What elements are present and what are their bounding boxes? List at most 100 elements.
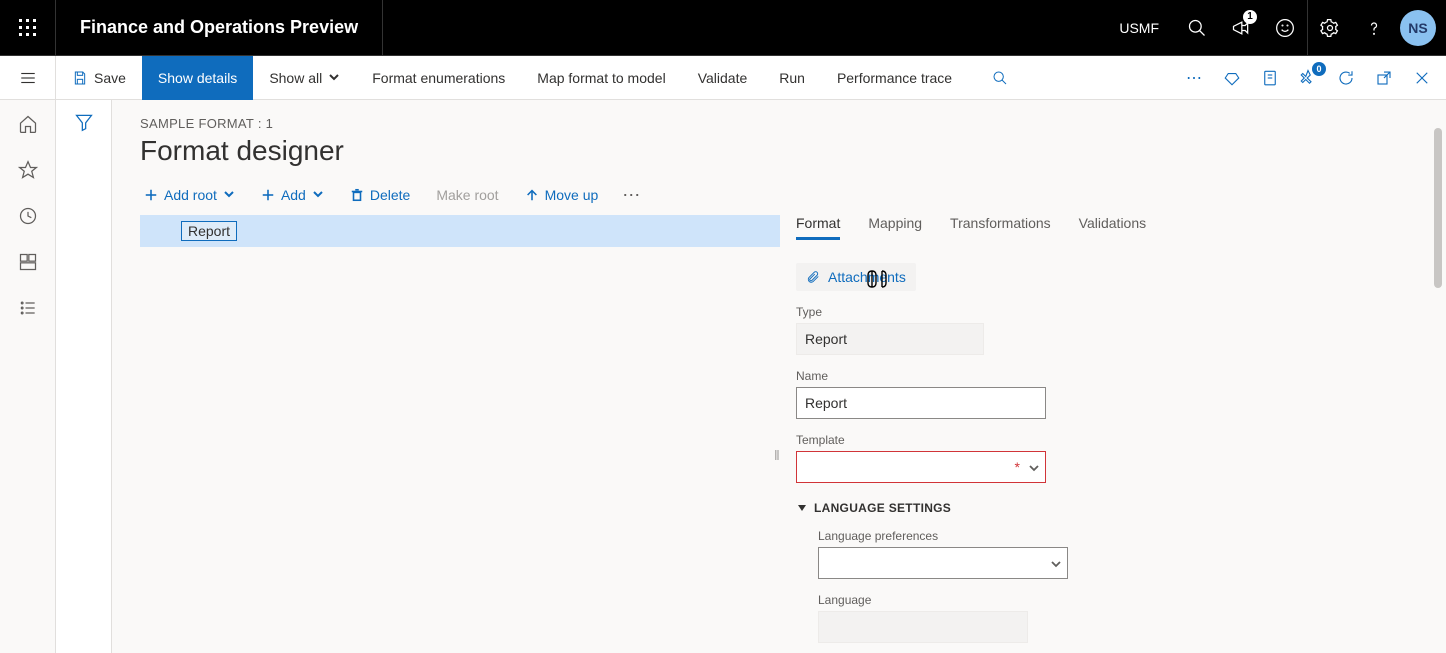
delete-label: Delete	[370, 187, 410, 203]
diamond-icon	[1223, 69, 1241, 87]
filter-button[interactable]	[74, 112, 94, 653]
rail-home-button[interactable]	[16, 112, 40, 136]
details-tabs: Format Mapping Transformations Validatio…	[796, 215, 1418, 247]
language-label: Language	[818, 593, 1418, 607]
more-actions-button[interactable]: ⋯	[1182, 66, 1206, 90]
tab-mapping[interactable]: Mapping	[868, 215, 922, 240]
toolbar-overflow-button[interactable]: ⋯	[614, 185, 650, 206]
language-preferences-input[interactable]	[818, 547, 1068, 579]
designer-toolbar: Add root Add Delete Make root Move up ⋯	[112, 175, 1446, 215]
move-up-label: Move up	[545, 187, 599, 203]
home-icon	[18, 114, 38, 134]
settings-button[interactable]	[1308, 0, 1352, 56]
company-picker[interactable]: USMF	[1103, 0, 1175, 56]
office-button[interactable]	[1258, 66, 1282, 90]
tab-validations[interactable]: Validations	[1079, 215, 1146, 240]
name-input[interactable]	[796, 387, 1046, 419]
rail-workspaces-button[interactable]	[16, 250, 40, 274]
language-preferences-dropdown-button[interactable]	[1050, 557, 1062, 575]
tree-node-report[interactable]: Report	[140, 215, 780, 247]
popout-button[interactable]	[1372, 66, 1396, 90]
action-search-button[interactable]	[976, 56, 1024, 100]
trash-icon	[350, 188, 364, 202]
splitter-handle[interactable]: ‖	[774, 447, 780, 463]
show-all-button[interactable]: Show all	[253, 56, 356, 100]
language-settings-section-toggle[interactable]: LANGUAGE SETTINGS	[796, 501, 1418, 515]
close-button[interactable]	[1410, 66, 1434, 90]
attachments-badge: 0	[1312, 62, 1326, 76]
delete-button[interactable]: Delete	[340, 181, 420, 209]
type-value: Report	[796, 323, 984, 355]
rail-favorites-button[interactable]	[16, 158, 40, 182]
add-root-button[interactable]: Add root	[134, 181, 245, 209]
notifications-button[interactable]: 1	[1219, 0, 1263, 56]
save-label: Save	[94, 70, 126, 86]
template-label: Template	[796, 433, 1418, 447]
tab-transformations[interactable]: Transformations	[950, 215, 1051, 240]
breadcrumb: SAMPLE FORMAT : 1	[140, 116, 1418, 131]
user-avatar[interactable]: NS	[1400, 10, 1436, 46]
app-launcher-button[interactable]	[0, 0, 56, 56]
page-title: Format designer	[140, 135, 1418, 167]
companion-button[interactable]	[1220, 66, 1244, 90]
chevron-down-icon	[312, 187, 324, 203]
type-label: Type	[796, 305, 1418, 319]
caret-down-icon	[796, 502, 808, 514]
format-enumerations-button[interactable]: Format enumerations	[356, 56, 521, 100]
move-up-button[interactable]: Move up	[515, 181, 609, 209]
language-settings-label: LANGUAGE SETTINGS	[814, 501, 951, 515]
hamburger-icon	[19, 69, 37, 87]
filter-icon	[74, 112, 94, 132]
chevron-down-icon	[328, 70, 340, 86]
paperclip-icon	[806, 270, 820, 284]
name-label: Name	[796, 369, 1418, 383]
language-preferences-label: Language preferences	[818, 529, 1418, 543]
help-button[interactable]	[1352, 0, 1396, 56]
scrollbar-thumb[interactable]	[1434, 128, 1442, 288]
show-details-button[interactable]: Show details	[142, 56, 253, 100]
map-format-button[interactable]: Map format to model	[521, 56, 681, 100]
list-icon	[18, 298, 38, 318]
grid-icon	[18, 252, 38, 272]
attachments-button[interactable]: 0	[1296, 66, 1320, 90]
top-bar: Finance and Operations Preview USMF 1 NS	[0, 0, 1446, 56]
save-button[interactable]: Save	[56, 56, 142, 100]
show-all-label: Show all	[269, 70, 322, 86]
run-button[interactable]: Run	[763, 56, 821, 100]
rail-modules-button[interactable]	[16, 296, 40, 320]
refresh-button[interactable]	[1334, 66, 1358, 90]
chevron-down-icon	[223, 187, 235, 203]
details-pane: ‖ Format Mapping Transformations Validat…	[796, 215, 1418, 641]
document-icon	[1261, 69, 1279, 87]
nav-toggle-button[interactable]	[0, 56, 56, 100]
template-input[interactable]	[796, 451, 1046, 483]
star-icon	[18, 160, 38, 180]
scrollbar[interactable]	[1434, 128, 1442, 608]
tree-node-label: Report	[181, 221, 237, 241]
attachments-button[interactable]: Attachments	[796, 263, 916, 291]
validate-button[interactable]: Validate	[682, 56, 764, 100]
rail-recent-button[interactable]	[16, 204, 40, 228]
add-root-label: Add root	[164, 187, 217, 203]
required-indicator-icon: *	[1015, 459, 1020, 475]
clock-icon	[18, 206, 38, 226]
smiley-icon	[1275, 18, 1295, 38]
performance-trace-button[interactable]: Performance trace	[821, 56, 968, 100]
attachments-label: Attachments	[828, 269, 906, 285]
plus-icon	[144, 188, 158, 202]
template-dropdown-button[interactable]	[1028, 461, 1040, 479]
add-button[interactable]: Add	[251, 181, 334, 209]
tree-pane: Report	[140, 215, 780, 641]
search-icon	[1187, 18, 1207, 38]
gear-icon	[1320, 18, 1340, 38]
arrow-up-icon	[525, 188, 539, 202]
left-rail	[0, 100, 56, 653]
make-root-button: Make root	[426, 181, 508, 209]
add-label: Add	[281, 187, 306, 203]
save-icon	[72, 70, 88, 86]
feedback-button[interactable]	[1263, 0, 1307, 56]
search-button[interactable]	[1175, 0, 1219, 56]
app-title: Finance and Operations Preview	[56, 0, 383, 55]
tab-format[interactable]: Format	[796, 215, 840, 240]
question-icon	[1364, 18, 1384, 38]
